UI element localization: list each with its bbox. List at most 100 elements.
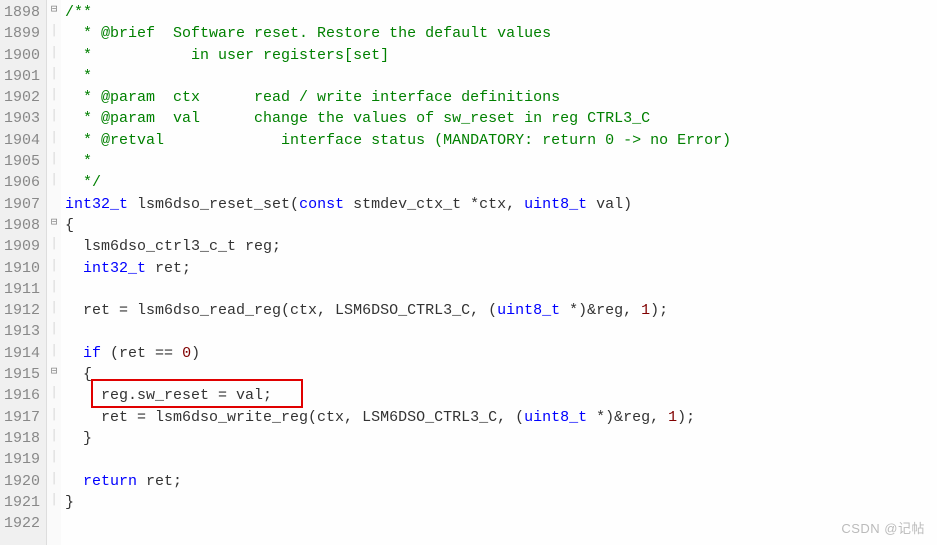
fold-marker[interactable]: │ — [47, 64, 61, 85]
token: int32_t — [83, 260, 146, 277]
fold-marker[interactable]: │ — [47, 426, 61, 447]
token: uint8_t — [497, 302, 560, 319]
fold-marker[interactable]: │ — [47, 469, 61, 490]
line-number: 1915 — [4, 364, 40, 385]
fold-marker[interactable]: │ — [47, 106, 61, 127]
token: * @retval interface status (MANDATORY: r… — [65, 132, 731, 149]
line-number: 1916 — [4, 385, 40, 406]
token: * — [65, 68, 92, 85]
token: const — [299, 196, 344, 213]
fold-marker[interactable]: │ — [47, 405, 61, 426]
fold-marker[interactable]: │ — [47, 490, 61, 511]
token: 1 — [668, 409, 677, 426]
line-number: 1913 — [4, 321, 40, 342]
token — [65, 345, 83, 362]
fold-marker[interactable]: │ — [47, 383, 61, 404]
fold-marker[interactable]: │ — [47, 21, 61, 42]
token: } — [65, 430, 92, 447]
fold-marker[interactable]: │ — [47, 298, 61, 319]
code-line[interactable]: int32_t lsm6dso_reset_set(const stmdev_c… — [65, 194, 937, 215]
code-line[interactable]: return ret; — [65, 471, 937, 492]
line-number: 1898 — [4, 2, 40, 23]
fold-marker[interactable]: │ — [47, 341, 61, 362]
code-line[interactable]: int32_t ret; — [65, 258, 937, 279]
fold-marker[interactable] — [47, 192, 61, 213]
token: ); — [677, 409, 695, 426]
code-line[interactable]: * — [65, 151, 937, 172]
token: *)&reg, — [587, 409, 668, 426]
watermark: CSDN @记帖 — [841, 518, 925, 537]
token: val) — [587, 196, 632, 213]
code-line[interactable]: * — [65, 66, 937, 87]
code-editor[interactable]: 1898189919001901190219031904190519061907… — [0, 0, 937, 545]
code-line[interactable]: { — [65, 364, 937, 385]
code-line[interactable] — [65, 513, 937, 534]
token: ret; — [146, 260, 191, 277]
code-line[interactable]: /** — [65, 2, 937, 23]
token: * @param ctx read / write interface defi… — [65, 89, 560, 106]
token: *)&reg, — [560, 302, 641, 319]
fold-marker[interactable] — [47, 511, 61, 532]
fold-marker[interactable]: │ — [47, 170, 61, 191]
line-number: 1907 — [4, 194, 40, 215]
fold-marker[interactable]: │ — [47, 149, 61, 170]
line-number: 1901 — [4, 66, 40, 87]
fold-marker[interactable]: ⊟ — [47, 362, 61, 383]
token: ); — [650, 302, 668, 319]
fold-marker[interactable]: │ — [47, 128, 61, 149]
code-line[interactable] — [65, 449, 937, 470]
code-line[interactable]: } — [65, 492, 937, 513]
line-number: 1922 — [4, 513, 40, 534]
code-line[interactable]: } — [65, 428, 937, 449]
code-line[interactable]: * @retval interface status (MANDATORY: r… — [65, 130, 937, 151]
fold-marker[interactable]: │ — [47, 447, 61, 468]
line-number-gutter: 1898189919001901190219031904190519061907… — [0, 0, 47, 545]
code-line[interactable]: ret = lsm6dso_write_reg(ctx, LSM6DSO_CTR… — [65, 407, 937, 428]
token: * — [65, 153, 92, 170]
line-number: 1920 — [4, 471, 40, 492]
token: ret; — [137, 473, 182, 490]
token: uint8_t — [524, 196, 587, 213]
code-area[interactable]: /** * @brief Software reset. Restore the… — [61, 0, 937, 545]
code-line[interactable]: * @brief Software reset. Restore the def… — [65, 23, 937, 44]
code-line[interactable] — [65, 321, 937, 342]
fold-column[interactable]: ⊟││││││││⊟││││││⊟││││││ — [47, 0, 61, 545]
code-line[interactable]: ret = lsm6dso_read_reg(ctx, LSM6DSO_CTRL… — [65, 300, 937, 321]
code-line[interactable]: */ — [65, 172, 937, 193]
line-number: 1902 — [4, 87, 40, 108]
token: * @param val change the values of sw_res… — [65, 110, 650, 127]
token: { — [65, 217, 74, 234]
token: */ — [65, 174, 101, 191]
fold-marker[interactable]: ⊟ — [47, 213, 61, 234]
token: * in user registers[set] — [65, 47, 389, 64]
token: 1 — [641, 302, 650, 319]
code-line[interactable]: if (ret == 0) — [65, 343, 937, 364]
token: /** — [65, 4, 92, 21]
line-number: 1903 — [4, 108, 40, 129]
fold-marker[interactable]: │ — [47, 256, 61, 277]
fold-marker[interactable]: ⊟ — [47, 0, 61, 21]
code-line[interactable]: { — [65, 215, 937, 236]
line-number: 1899 — [4, 23, 40, 44]
line-number: 1908 — [4, 215, 40, 236]
code-line[interactable] — [65, 279, 937, 300]
token: lsm6dso_reset_set( — [128, 196, 299, 213]
fold-marker[interactable]: │ — [47, 85, 61, 106]
line-number: 1914 — [4, 343, 40, 364]
fold-marker[interactable]: │ — [47, 319, 61, 340]
line-number: 1905 — [4, 151, 40, 172]
code-line[interactable]: * in user registers[set] — [65, 45, 937, 66]
line-number: 1911 — [4, 279, 40, 300]
token: int32_t — [65, 196, 128, 213]
line-number: 1910 — [4, 258, 40, 279]
line-number: 1906 — [4, 172, 40, 193]
code-line[interactable]: reg.sw_reset = val; — [65, 385, 937, 406]
code-line[interactable]: * @param ctx read / write interface defi… — [65, 87, 937, 108]
fold-marker[interactable]: │ — [47, 277, 61, 298]
fold-marker[interactable]: │ — [47, 43, 61, 64]
line-number: 1904 — [4, 130, 40, 151]
code-line[interactable]: lsm6dso_ctrl3_c_t reg; — [65, 236, 937, 257]
fold-marker[interactable]: │ — [47, 234, 61, 255]
token — [65, 260, 83, 277]
code-line[interactable]: * @param val change the values of sw_res… — [65, 108, 937, 129]
